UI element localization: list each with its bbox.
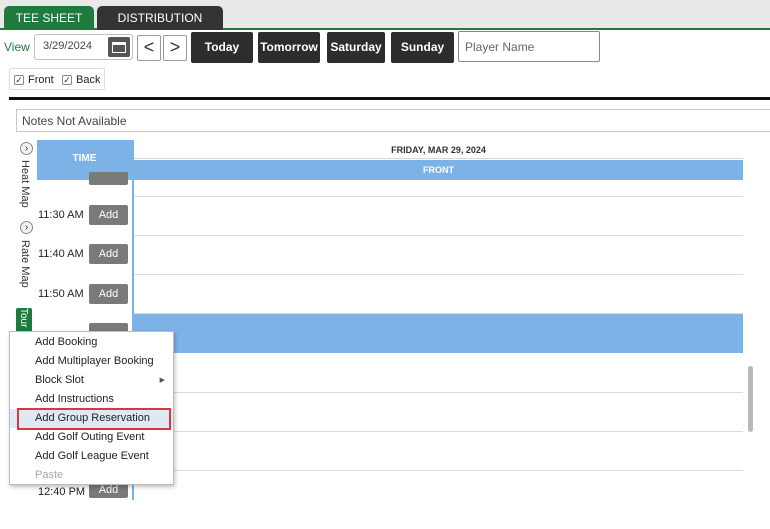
- menu-item-label: Block Slot: [35, 374, 84, 386]
- submenu-arrow-icon: ▶: [159, 377, 165, 384]
- notes-bar: Notes Not Available: [16, 109, 770, 132]
- front-column-header: FRONT: [134, 160, 743, 180]
- add-button[interactable]: Add: [89, 205, 128, 225]
- expand-heat-map-icon[interactable]: ›: [20, 142, 33, 155]
- menu-item-add-golf-outing-event[interactable]: Add Golf Outing Event: [10, 428, 173, 447]
- player-name-input[interactable]: [458, 31, 600, 62]
- menu-item-add-instructions[interactable]: Add Instructions: [10, 390, 173, 409]
- time-slot-label: 11:50 AM: [38, 288, 84, 300]
- back-checkbox[interactable]: ✓: [62, 75, 72, 85]
- side-tab-rate-map[interactable]: Rate Map: [19, 240, 31, 288]
- row-divider: [134, 392, 743, 393]
- tomorrow-button[interactable]: Tomorrow: [258, 32, 320, 63]
- menu-item-add-multiplayer-booking[interactable]: Add Multiplayer Booking: [10, 352, 173, 371]
- menu-item-block-slot[interactable]: Block Slot ▶: [10, 371, 173, 390]
- tab-tee-sheet[interactable]: TEE SHEET: [4, 6, 94, 30]
- expand-rate-map-icon[interactable]: ›: [20, 221, 33, 234]
- time-slot-label: 11:40 AM: [38, 248, 84, 260]
- time-slot-label: 11:30 AM: [38, 209, 84, 221]
- front-checkbox-label: Front: [28, 74, 54, 86]
- row-divider: [134, 470, 743, 471]
- top-tab-strip: TEE SHEET DISTRIBUTION ENGINE: [0, 0, 770, 49]
- row-divider: [134, 431, 743, 432]
- add-button[interactable]: Add: [89, 244, 128, 264]
- previous-day-button[interactable]: <: [137, 35, 161, 61]
- side-tab-heat-map[interactable]: Heat Map: [19, 160, 31, 208]
- view-label: View: [4, 40, 30, 54]
- menu-item-add-golf-league-event[interactable]: Add Golf League Event: [10, 447, 173, 466]
- menu-item-paste: Paste: [35, 469, 64, 481]
- back-checkbox-label: Back: [76, 74, 101, 86]
- annotation-highlight-box: [17, 408, 171, 430]
- date-column-header: FRIDAY, MAR 29, 2024: [134, 141, 743, 159]
- section-divider: [9, 97, 770, 100]
- add-button[interactable]: [89, 172, 128, 185]
- tab-distribution-engine[interactable]: DISTRIBUTION ENGINE: [97, 6, 223, 49]
- time-slot-label: 12:40 PM: [38, 486, 86, 498]
- selected-time-slot[interactable]: [134, 314, 743, 353]
- side-tab-tour-label: Tour: [18, 308, 29, 328]
- nine-filter-group: ✓ Front ✓ Back: [9, 68, 105, 90]
- date-field[interactable]: 3/29/2024: [34, 34, 133, 60]
- row-divider: [134, 274, 743, 275]
- menu-item-add-booking[interactable]: Add Booking: [10, 333, 173, 352]
- vertical-scrollbar[interactable]: [748, 366, 753, 432]
- row-divider: [134, 235, 743, 236]
- calendar-icon[interactable]: [108, 37, 130, 57]
- sunday-button[interactable]: Sunday: [391, 32, 454, 63]
- today-button[interactable]: Today: [191, 32, 253, 63]
- date-value: 3/29/2024: [43, 40, 92, 52]
- front-checkbox[interactable]: ✓: [14, 75, 24, 85]
- row-divider: [134, 196, 743, 197]
- next-day-button[interactable]: >: [163, 35, 187, 61]
- add-button[interactable]: Add: [89, 284, 128, 304]
- saturday-button[interactable]: Saturday: [327, 32, 385, 63]
